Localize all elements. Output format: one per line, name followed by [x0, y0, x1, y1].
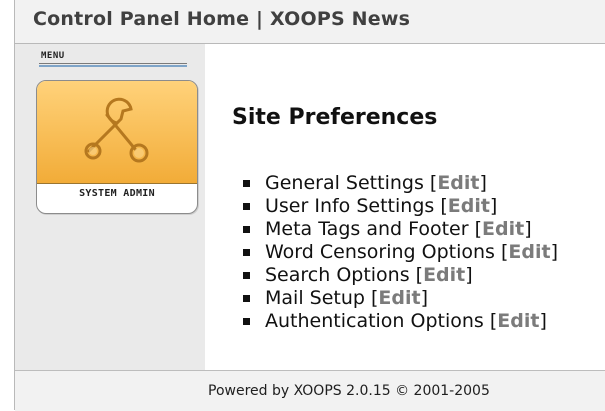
- pref-label-user-info: User Info Settings: [265, 195, 435, 217]
- bullet-icon: [243, 180, 250, 187]
- edit-word-censoring-link[interactable]: Edit: [508, 241, 550, 263]
- list-item: User Info Settings [Edit]: [243, 195, 558, 218]
- page-left-margin: [0, 0, 14, 410]
- pref-label-general: General Settings: [265, 172, 424, 194]
- footer-credit: Powered by XOOPS 2.0.15 © 2001-2005: [208, 383, 490, 399]
- tools-icon: [84, 97, 149, 163]
- edit-search-link[interactable]: Edit: [423, 264, 465, 286]
- bullet-icon: [243, 249, 250, 256]
- bullet-icon: [243, 203, 250, 210]
- pref-label-authentication: Authentication Options: [265, 310, 484, 332]
- edit-authentication-link[interactable]: Edit: [497, 310, 539, 332]
- pref-label-word-censoring: Word Censoring Options: [265, 241, 495, 263]
- bullet-icon: [243, 226, 250, 233]
- bullet-icon: [243, 272, 250, 279]
- menu-divider-accent: [39, 65, 187, 67]
- list-item: General Settings [Edit]: [243, 172, 558, 195]
- footer: Powered by XOOPS 2.0.15 © 2001-2005: [15, 370, 605, 411]
- edit-general-link[interactable]: Edit: [437, 172, 479, 194]
- pref-label-meta-tags: Meta Tags and Footer: [265, 218, 469, 240]
- list-item: Search Options [Edit]: [243, 264, 558, 287]
- menu-label: MENU: [41, 51, 65, 61]
- edit-mail-link[interactable]: Edit: [378, 287, 420, 309]
- edit-user-info-link[interactable]: Edit: [448, 195, 490, 217]
- system-admin-label: SYSTEM ADMIN: [79, 188, 155, 199]
- menu-divider: [39, 63, 187, 64]
- preferences-list: General Settings [Edit] User Info Settin…: [243, 172, 558, 333]
- system-admin-button[interactable]: SYSTEM ADMIN: [36, 80, 198, 214]
- breadcrumb-separator: |: [249, 8, 270, 30]
- breadcrumb-header: Control Panel Home | XOOPS News: [15, 0, 605, 44]
- sidebar-menu: MENU SYSTEM ADMIN: [15, 44, 205, 370]
- list-item: Meta Tags and Footer [Edit]: [243, 218, 558, 241]
- bullet-icon: [243, 318, 250, 325]
- list-item: Word Censoring Options [Edit]: [243, 241, 558, 264]
- control-panel-home-link[interactable]: Control Panel Home: [33, 8, 249, 30]
- pref-label-search: Search Options: [265, 264, 410, 286]
- system-admin-banner: [37, 81, 197, 184]
- edit-meta-tags-link[interactable]: Edit: [482, 218, 524, 240]
- list-item: Authentication Options [Edit]: [243, 310, 558, 333]
- list-item: Mail Setup [Edit]: [243, 287, 558, 310]
- page-title: Site Preferences: [232, 105, 438, 130]
- breadcrumb: Control Panel Home | XOOPS News: [33, 8, 410, 30]
- pref-label-mail: Mail Setup: [265, 287, 365, 309]
- xoops-news-link[interactable]: XOOPS News: [270, 8, 410, 30]
- bullet-icon: [243, 295, 250, 302]
